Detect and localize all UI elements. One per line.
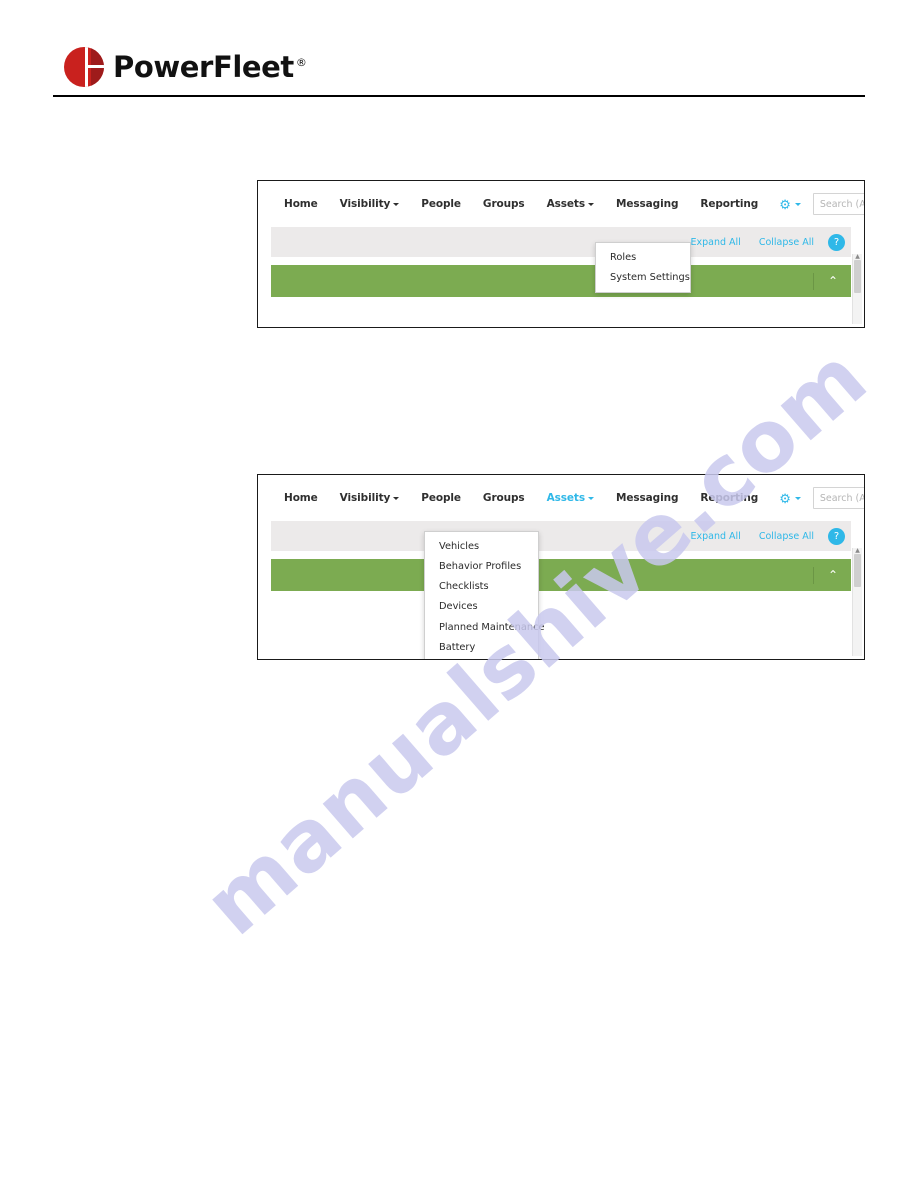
powerfleet-circle-logo-icon bbox=[64, 47, 104, 87]
settings-menu-button[interactable]: ⚙ bbox=[769, 198, 808, 211]
app-navbar-2: Home Visibility People Groups Assets Mes… bbox=[258, 475, 864, 521]
nav-item-messaging[interactable]: Messaging bbox=[605, 198, 689, 210]
nav-item-home[interactable]: Home bbox=[273, 198, 329, 210]
brand-header: PowerFleet ® bbox=[64, 47, 307, 87]
help-button[interactable]: ? bbox=[828, 233, 845, 251]
toolbar-strip-1: Expand All Collapse All ? bbox=[271, 227, 851, 257]
chevron-down-icon bbox=[794, 496, 801, 500]
nav-item-people[interactable]: People bbox=[410, 492, 472, 504]
nav-item-messaging[interactable]: Messaging bbox=[605, 492, 689, 504]
nav-label: Assets bbox=[546, 198, 586, 210]
chevron-up-icon[interactable]: ⌃ bbox=[828, 275, 838, 287]
nav-item-visibility[interactable]: Visibility bbox=[329, 492, 411, 504]
chevron-up-icon[interactable]: ⌃ bbox=[828, 569, 838, 581]
divider bbox=[812, 566, 814, 584]
nav-label: Visibility bbox=[339, 198, 391, 210]
nav-item-reporting[interactable]: Reporting bbox=[689, 492, 769, 504]
menu-item-battery[interactable]: Battery bbox=[425, 637, 538, 657]
nav-label: Groups bbox=[482, 198, 525, 210]
search-input[interactable] bbox=[812, 193, 864, 215]
brand-name-text: PowerFleet bbox=[113, 49, 294, 84]
menu-item-behavior-profiles[interactable]: Behavior Profiles bbox=[425, 556, 538, 576]
menu-item-system-settings[interactable]: System Settings bbox=[596, 267, 690, 287]
nav-label: Home bbox=[284, 198, 318, 210]
divider bbox=[812, 272, 814, 290]
collapse-all-link[interactable]: Collapse All bbox=[759, 237, 814, 248]
nav-label: Groups bbox=[482, 492, 525, 504]
screenshot-settings-menu: Home Visibility People Groups Assets Mes… bbox=[257, 180, 865, 328]
toolbar-strip-2: Expand All Collapse All ? bbox=[271, 521, 851, 551]
brand-name: PowerFleet ® bbox=[113, 49, 307, 84]
search-input[interactable] bbox=[812, 487, 864, 509]
logo-dark-segment bbox=[91, 47, 104, 87]
logo-dark-line bbox=[91, 65, 104, 68]
registered-mark: ® bbox=[295, 55, 307, 69]
menu-item-devices[interactable]: Devices bbox=[425, 597, 538, 617]
nav-label: People bbox=[421, 492, 461, 504]
help-button[interactable]: ? bbox=[828, 527, 845, 545]
nav-items-1: Home Visibility People Groups Assets Mes… bbox=[273, 198, 769, 210]
assets-dropdown-menu: Vehicles Behavior Profiles Checklists De… bbox=[424, 531, 545, 659]
nav-items-2: Home Visibility People Groups Assets Mes… bbox=[273, 492, 769, 504]
vertical-scrollbar-2[interactable]: ▲ bbox=[852, 548, 862, 656]
scrollbar-thumb[interactable] bbox=[854, 554, 861, 587]
nav-label: Assets bbox=[546, 492, 586, 504]
chevron-down-icon bbox=[393, 496, 400, 500]
nav-item-home[interactable]: Home bbox=[273, 492, 329, 504]
chevron-down-icon bbox=[393, 202, 400, 206]
screenshot-assets-menu: Home Visibility People Groups Assets Mes… bbox=[257, 474, 865, 660]
collapse-all-link[interactable]: Collapse All bbox=[759, 531, 814, 542]
gear-icon: ⚙ bbox=[779, 196, 791, 212]
nav-label: Reporting bbox=[700, 492, 759, 504]
nav-item-assets[interactable]: Assets bbox=[536, 198, 605, 210]
settings-menu-button[interactable]: ⚙ bbox=[769, 492, 808, 505]
nav-label: Messaging bbox=[616, 492, 679, 504]
green-section-header-1: ⌃ bbox=[271, 265, 851, 297]
menu-item-vehicles[interactable]: Vehicles bbox=[425, 536, 538, 556]
nav-item-reporting[interactable]: Reporting bbox=[689, 198, 769, 210]
nav-label: Home bbox=[284, 492, 318, 504]
nav-item-assets[interactable]: Assets bbox=[536, 492, 605, 504]
app-navbar-1: Home Visibility People Groups Assets Mes… bbox=[258, 181, 864, 227]
nav-item-people[interactable]: People bbox=[410, 198, 472, 210]
menu-item-roles[interactable]: Roles bbox=[596, 247, 690, 267]
menu-item-checklists[interactable]: Checklists bbox=[425, 577, 538, 597]
nav-label: People bbox=[421, 198, 461, 210]
document-page: PowerFleet ® Home Visibility People Group… bbox=[0, 0, 918, 1188]
nav-label: Visibility bbox=[339, 492, 391, 504]
settings-dropdown-menu: Roles System Settings bbox=[595, 242, 691, 293]
green-section-header-2: ⌃ bbox=[271, 559, 851, 591]
chevron-down-icon bbox=[588, 202, 594, 206]
nav-item-visibility[interactable]: Visibility bbox=[329, 198, 411, 210]
nav-label: Reporting bbox=[700, 198, 759, 210]
expand-all-link[interactable]: Expand All bbox=[691, 237, 741, 248]
nav-item-groups[interactable]: Groups bbox=[472, 198, 536, 210]
chevron-down-icon bbox=[794, 202, 801, 206]
menu-item-planned-maintenance[interactable]: Planned Maintenance bbox=[425, 617, 545, 637]
expand-all-link[interactable]: Expand All bbox=[691, 531, 741, 542]
vertical-scrollbar-1[interactable]: ▲ bbox=[852, 254, 862, 324]
nav-item-groups[interactable]: Groups bbox=[472, 492, 536, 504]
header-divider bbox=[53, 95, 865, 97]
scrollbar-thumb[interactable] bbox=[854, 260, 861, 293]
gear-icon: ⚙ bbox=[779, 490, 791, 506]
nav-label: Messaging bbox=[616, 198, 679, 210]
chevron-down-icon bbox=[588, 496, 594, 500]
